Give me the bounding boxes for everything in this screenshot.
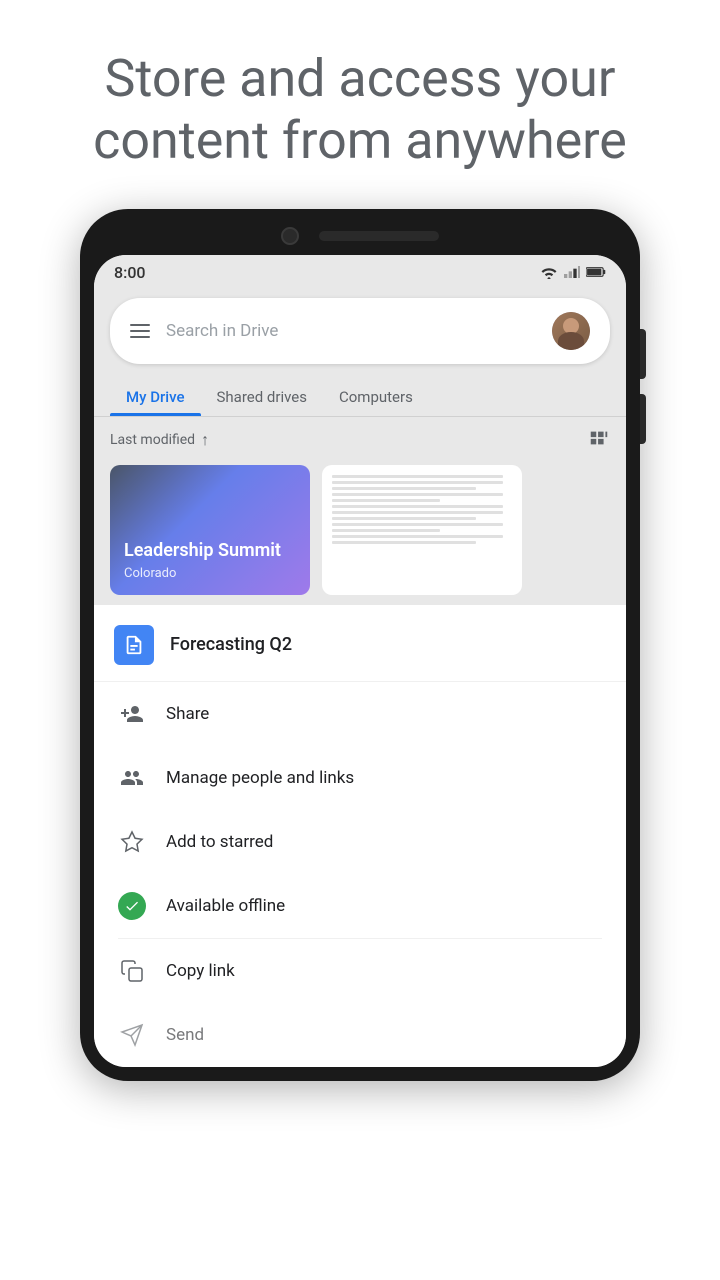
phone-frame: 8:00 <box>80 209 640 1081</box>
phone-screen: 8:00 <box>94 255 626 1067</box>
search-bar-container: Search in Drive <box>94 290 626 376</box>
phone-side-button-2 <box>640 394 646 444</box>
sort-label[interactable]: Last modified ↑ <box>110 430 209 450</box>
tab-my-drive[interactable]: My Drive <box>110 376 201 416</box>
files-area: Last modified ↑ Leadership Summit <box>94 417 626 605</box>
phone-camera <box>281 227 299 245</box>
doc-line <box>332 499 440 502</box>
menu-item-starred[interactable]: Add to starred <box>94 810 626 874</box>
menu-item-share[interactable]: Share <box>94 682 626 746</box>
phone-wrapper: 8:00 <box>0 209 720 1121</box>
copy-icon <box>118 957 146 985</box>
doc-line <box>332 517 476 520</box>
signal-icon <box>564 265 580 279</box>
menu-item-manage[interactable]: Manage people and links <box>94 746 626 810</box>
menu-item-offline[interactable]: Available offline <box>94 874 626 938</box>
status-bar: 8:00 <box>94 255 626 290</box>
search-bar[interactable]: Search in Drive <box>110 298 610 364</box>
file-title-leadership: Leadership Summit <box>124 540 296 562</box>
tab-computers[interactable]: Computers <box>323 376 429 416</box>
doc-line <box>332 475 503 478</box>
sheet-filename: Forecasting Q2 <box>170 634 292 655</box>
hamburger-icon[interactable] <box>130 324 150 338</box>
battery-icon <box>586 265 606 279</box>
tabs-container: My Drive Shared drives Computers <box>94 376 626 417</box>
doc-line <box>332 505 503 508</box>
copy-link-label: Copy link <box>166 961 235 981</box>
doc-line <box>332 529 440 532</box>
sheet-header: Forecasting Q2 <box>94 605 626 682</box>
file-thumbnail-doc[interactable] <box>322 465 522 595</box>
grid-view-icon[interactable] <box>588 427 610 453</box>
phone-speaker <box>319 231 439 241</box>
share-label: Share <box>166 704 209 724</box>
files-grid: Leadership Summit Colorado <box>110 465 610 595</box>
doc-line <box>332 493 503 496</box>
doc-line <box>332 523 503 526</box>
bottom-sheet: Forecasting Q2 Share <box>94 605 626 1067</box>
search-input[interactable]: Search in Drive <box>166 321 536 341</box>
doc-line <box>332 511 503 514</box>
send-icon <box>118 1021 146 1049</box>
status-time: 8:00 <box>114 263 146 282</box>
manage-label: Manage people and links <box>166 768 354 788</box>
wifi-icon <box>540 265 558 279</box>
starred-label: Add to starred <box>166 832 273 852</box>
header-title: Store and access your content from anywh… <box>40 48 680 173</box>
sort-row: Last modified ↑ <box>110 427 610 453</box>
star-icon <box>118 828 146 856</box>
phone-top <box>94 227 626 245</box>
doc-line <box>332 481 503 484</box>
doc-line <box>332 541 476 544</box>
doc-line <box>332 487 476 490</box>
send-label: Send <box>166 1025 204 1045</box>
offline-label: Available offline <box>166 896 285 916</box>
avatar[interactable] <box>552 312 590 350</box>
doc-preview <box>326 469 518 550</box>
file-thumbnail-leadership[interactable]: Leadership Summit Colorado <box>110 465 310 595</box>
sort-arrow-icon: ↑ <box>201 430 209 450</box>
doc-type-icon <box>114 625 154 665</box>
status-icons <box>540 265 606 279</box>
offline-badge <box>118 892 146 920</box>
tab-shared-drives[interactable]: Shared drives <box>201 376 323 416</box>
doc-line <box>332 535 503 538</box>
person-add-icon <box>118 700 146 728</box>
offline-icon <box>118 892 146 920</box>
people-icon <box>118 764 146 792</box>
menu-item-partial[interactable]: Send <box>94 1003 626 1067</box>
menu-item-copy-link[interactable]: Copy link <box>94 939 626 1003</box>
phone-side-button <box>640 329 646 379</box>
file-subtitle-colorado: Colorado <box>124 566 296 581</box>
page-header: Store and access your content from anywh… <box>0 0 720 209</box>
avatar-image <box>552 312 590 350</box>
